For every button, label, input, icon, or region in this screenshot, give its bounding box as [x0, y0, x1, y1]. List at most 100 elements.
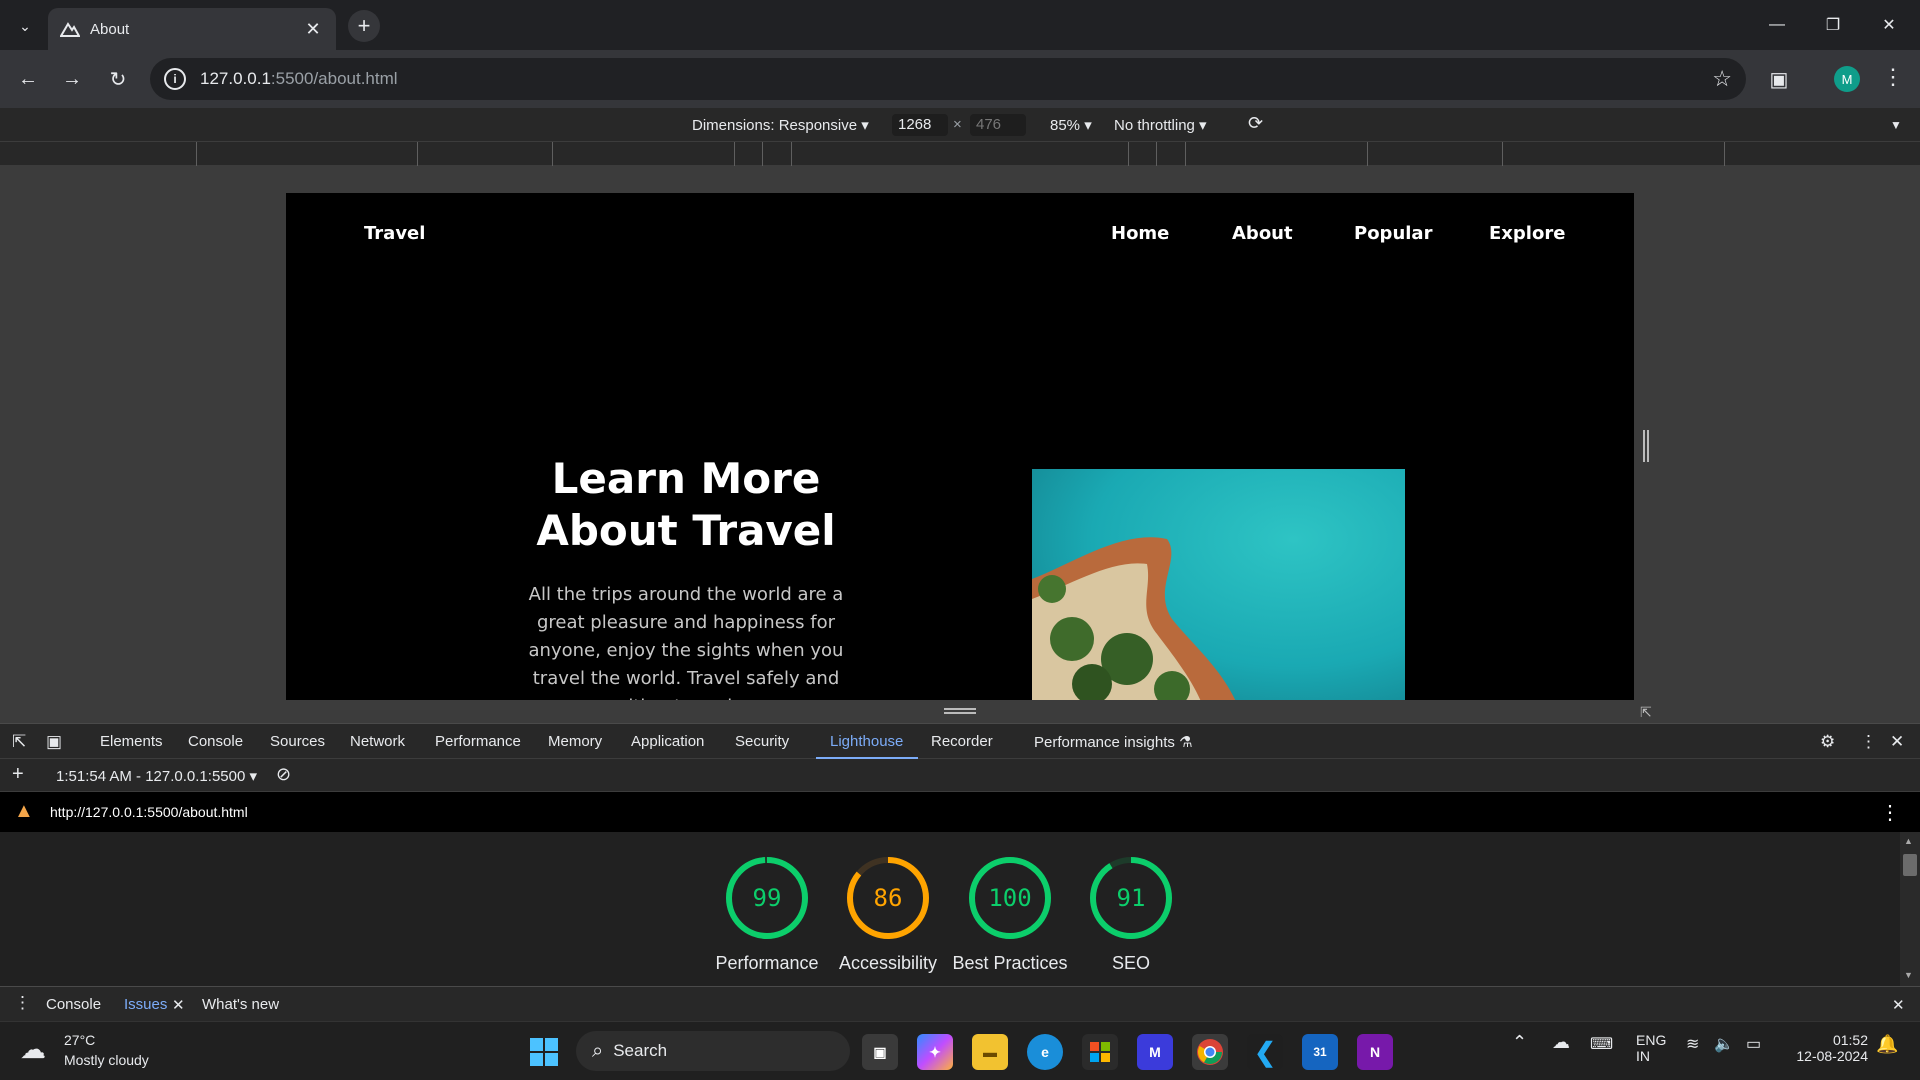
settings-gear-icon[interactable]: ⚙ — [1820, 732, 1835, 752]
new-report-plus-icon[interactable]: + — [12, 763, 24, 786]
new-tab-button[interactable]: + — [348, 10, 380, 42]
tab-memory[interactable]: Memory — [548, 733, 602, 750]
media-query-marker[interactable] — [734, 142, 735, 166]
site-info-icon[interactable]: i — [164, 68, 186, 90]
drawer-menu-icon[interactable]: ⋮ — [14, 993, 31, 1013]
report-url-link[interactable]: http://127.0.0.1:5500/about.html — [50, 804, 248, 820]
score-gauge-accessibility[interactable]: 86 Accessibility — [828, 856, 948, 974]
score-gauge-performance[interactable]: 99 Performance — [707, 856, 827, 974]
report-scrollbar[interactable]: ▲ ▼ — [1900, 832, 1920, 986]
score-gauge-best-practices[interactable]: 100 Best Practices — [950, 856, 1070, 974]
forward-icon[interactable]: → — [56, 63, 88, 95]
address-bar[interactable]: i 127.0.0.1:5500/about.html ☆ — [150, 58, 1746, 100]
tab-search-chevron-icon[interactable]: ⌄ — [12, 13, 38, 39]
tab-recorder[interactable]: Recorder — [931, 733, 993, 750]
tab-application[interactable]: Application — [631, 733, 704, 750]
media-query-marker[interactable] — [552, 142, 553, 166]
site-logo[interactable]: Travel — [364, 223, 425, 244]
media-query-marker[interactable] — [1724, 142, 1725, 166]
chrome-icon[interactable] — [1192, 1034, 1228, 1070]
language-indicator[interactable]: ENG IN — [1636, 1032, 1666, 1064]
browser-menu-icon[interactable]: ⋮ — [1882, 64, 1904, 90]
devtools-close-icon[interactable]: ✕ — [1890, 732, 1904, 752]
calendar-icon[interactable]: 31 — [1302, 1034, 1338, 1070]
nav-about[interactable]: About — [1232, 223, 1293, 244]
nav-popular[interactable]: Popular — [1354, 223, 1432, 244]
weather-desc[interactable]: Mostly cloudy — [64, 1052, 149, 1068]
media-query-marker[interactable] — [1502, 142, 1503, 166]
extensions-puzzle-icon[interactable]: ▣ — [1764, 64, 1794, 94]
drawer-tab-issues-close-icon[interactable]: ✕ — [172, 996, 185, 1014]
tab-close-icon[interactable]: ✕ — [302, 19, 324, 40]
onedrive-cloud-icon[interactable]: ☁ — [1552, 1032, 1570, 1053]
drawer-tab-console[interactable]: Console — [46, 996, 101, 1013]
bookmark-star-icon[interactable]: ☆ — [1712, 66, 1732, 92]
editor-app-icon[interactable]: M — [1137, 1034, 1173, 1070]
viewport-bottom-resize-handle[interactable] — [944, 708, 976, 714]
media-query-marker[interactable] — [1367, 142, 1368, 166]
nav-explore[interactable]: Explore — [1489, 223, 1565, 244]
weather-cloud-icon[interactable]: ☁ — [20, 1034, 46, 1065]
drawer-tab-issues[interactable]: Issues — [124, 996, 167, 1013]
tray-chevron-up-icon[interactable]: ⌃ — [1512, 1032, 1527, 1053]
score-gauge-seo[interactable]: 91 SEO — [1071, 856, 1191, 974]
clock[interactable]: 01:52 12-08-2024 — [1786, 1032, 1868, 1064]
edge-browser-icon[interactable]: e — [1027, 1034, 1063, 1070]
tab-sources[interactable]: Sources — [270, 733, 325, 750]
vscode-icon[interactable]: ❮ — [1247, 1034, 1283, 1070]
inspect-element-icon[interactable]: ⇱ — [12, 732, 26, 752]
media-query-marker[interactable] — [1156, 142, 1157, 166]
height-input[interactable]: 476 — [970, 114, 1026, 136]
media-query-marker[interactable] — [1128, 142, 1129, 166]
copilot-icon[interactable]: ✦ — [917, 1034, 953, 1070]
window-close-icon[interactable]: ✕ — [1866, 10, 1912, 40]
tab-lighthouse[interactable]: Lighthouse — [830, 733, 903, 750]
viewport-right-resize-handle[interactable] — [1643, 430, 1649, 462]
back-icon[interactable]: ← — [12, 63, 44, 95]
device-toggle-icon[interactable]: ▣ — [46, 732, 62, 752]
keyboard-icon[interactable]: ⌨ — [1590, 1034, 1613, 1054]
report-selector[interactable]: 1:51:54 AM - 127.0.0.1:5500 ▾ — [56, 767, 257, 785]
viewport-corner-resize-icon[interactable]: ⇱ — [1640, 704, 1656, 720]
tab-network[interactable]: Network — [350, 733, 405, 750]
clear-reports-icon[interactable]: ⊘ — [276, 764, 291, 785]
tab-elements[interactable]: Elements — [100, 733, 163, 750]
browser-tab-about[interactable]: About ✕ — [48, 8, 336, 50]
media-query-marker[interactable] — [791, 142, 792, 166]
microsoft-store-icon[interactable] — [1082, 1034, 1118, 1070]
tab-security[interactable]: Security — [735, 733, 789, 750]
tab-performance[interactable]: Performance — [435, 733, 521, 750]
media-query-marker[interactable] — [417, 142, 418, 166]
wifi-icon[interactable]: ≋ — [1686, 1034, 1699, 1054]
battery-icon[interactable]: ▭ — [1746, 1034, 1761, 1054]
report-menu-icon[interactable]: ⋮ — [1880, 800, 1900, 825]
drawer-tab-whats-new[interactable]: What's new — [202, 996, 279, 1013]
task-view-icon[interactable]: ▣ — [862, 1034, 898, 1070]
throttling-select[interactable]: No throttling ▾ — [1114, 116, 1207, 134]
reload-icon[interactable]: ↻ — [102, 63, 134, 95]
width-input[interactable]: 1268 — [892, 114, 948, 136]
taskbar-search-box[interactable]: ⌕ Search — [576, 1031, 850, 1071]
restore-icon[interactable]: ❐ — [1810, 10, 1856, 40]
onenote-icon[interactable]: N — [1357, 1034, 1393, 1070]
weather-temp[interactable]: 27°C — [64, 1032, 95, 1048]
drawer-close-icon[interactable]: ✕ — [1892, 996, 1905, 1014]
media-query-marker[interactable] — [1185, 142, 1186, 166]
volume-icon[interactable]: 🔈 — [1714, 1034, 1734, 1054]
media-query-marker[interactable] — [762, 142, 763, 166]
dimensions-select[interactable]: Dimensions: Responsive ▾ — [692, 116, 869, 134]
zoom-select[interactable]: 85% ▾ — [1050, 116, 1092, 134]
media-query-marker[interactable] — [196, 142, 197, 166]
scrollbar-thumb[interactable] — [1903, 854, 1917, 876]
profile-avatar[interactable]: M — [1834, 66, 1860, 92]
minimize-icon[interactable]: — — [1754, 10, 1800, 40]
tab-console[interactable]: Console — [188, 733, 243, 750]
file-explorer-icon[interactable]: ▬ — [972, 1034, 1008, 1070]
devtools-menu-icon[interactable]: ⋮ — [1860, 732, 1877, 752]
notification-bell-icon[interactable]: 🔔 — [1876, 1034, 1898, 1055]
tab-performance-insights[interactable]: Performance insights ⚗ — [1034, 733, 1193, 751]
windows-start-icon[interactable] — [526, 1034, 562, 1070]
device-toolbar-more-icon[interactable]: ▼ — [1890, 118, 1902, 132]
nav-home[interactable]: Home — [1111, 223, 1169, 244]
rotate-icon[interactable]: ⟳ — [1248, 113, 1263, 134]
